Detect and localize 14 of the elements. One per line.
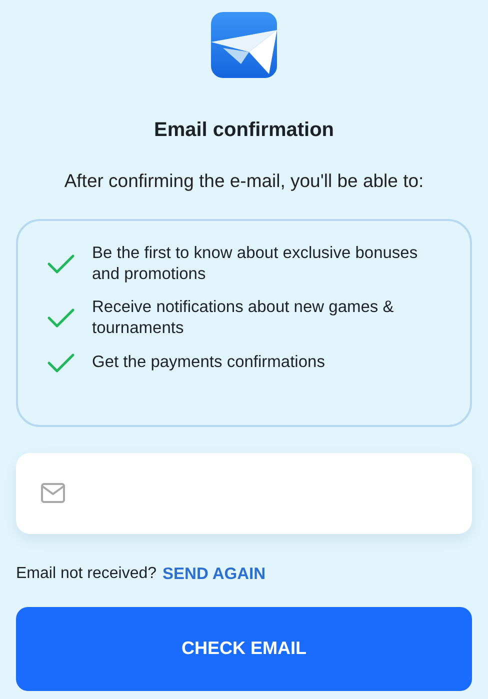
benefit-text: Get the payments confirmations: [92, 352, 325, 374]
check-email-button[interactable]: CHECK EMAIL: [16, 606, 472, 690]
benefit-text: Receive notifications about new games & tournaments: [92, 296, 395, 339]
envelope-icon: [40, 482, 66, 504]
title: Email confirmation: [152, 118, 336, 142]
resend-question: Email not received?: [16, 564, 157, 584]
check-icon: [46, 252, 76, 276]
check-icon: [46, 350, 76, 375]
email-field[interactable]: [16, 452, 472, 534]
send-again-link[interactable]: SEND AGAIN: [162, 562, 266, 586]
benefit-text: Be the first to know about exclusive bonuses and promotions: [92, 242, 419, 285]
check-icon: [46, 306, 76, 330]
paper-plane-logo: [211, 12, 277, 78]
subtitle: After confirming the e-mail, you'll be able to:: [63, 169, 425, 193]
